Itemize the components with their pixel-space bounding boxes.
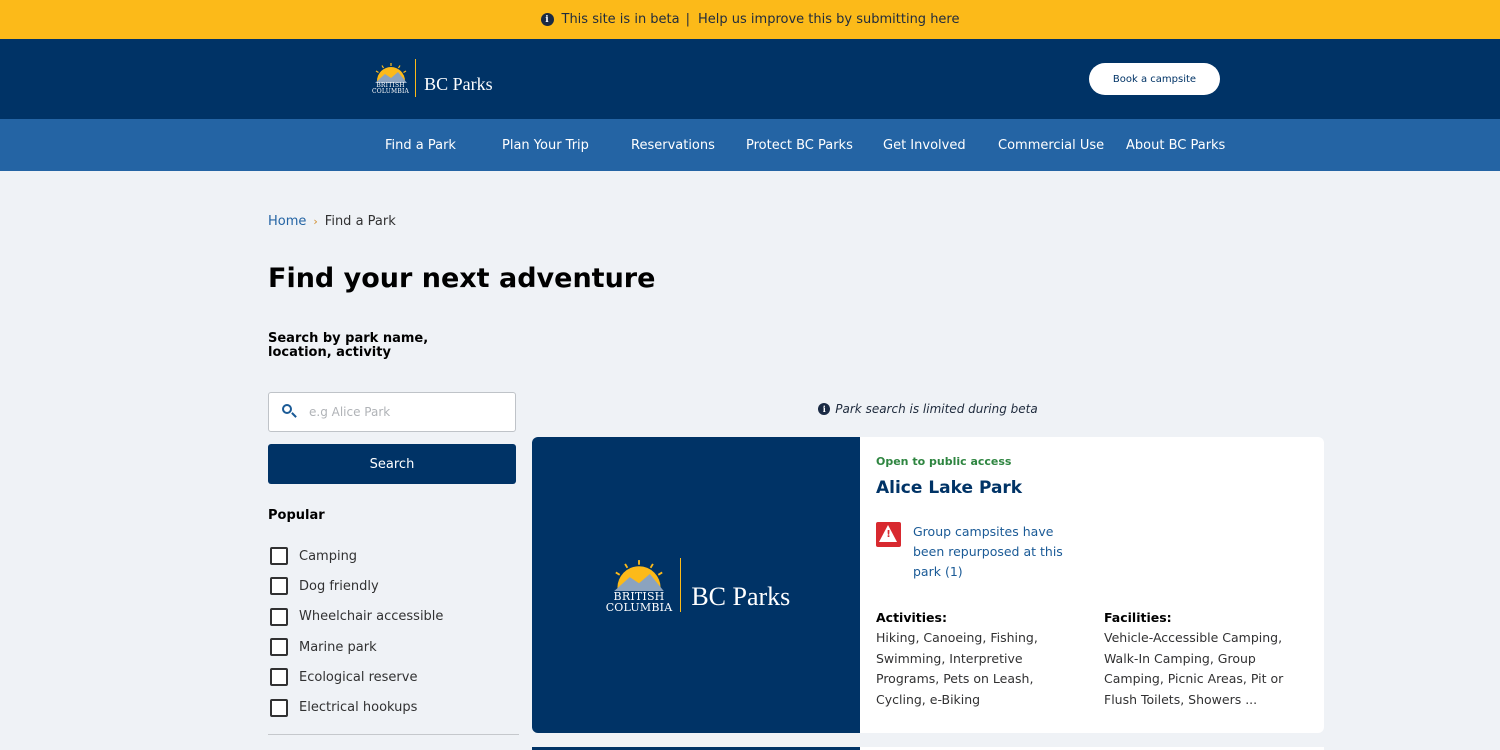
search-button[interactable]: Search [268, 444, 516, 484]
bc-parks-logo[interactable]: BRITISH COLUMBIA BC Parks [372, 59, 493, 97]
warning-icon: ! [876, 522, 901, 547]
beta-note-text: Park search is limited during beta [835, 402, 1038, 416]
facilities-list: Vehicle-Accessible Camping, Walk-In Camp… [1104, 630, 1284, 707]
nav-item-get-involved[interactable]: Get Involved [883, 119, 966, 171]
park-image[interactable]: BRITISH COLUMBIA BC Parks [532, 437, 860, 733]
logo-text-columbia: COLUMBIA [372, 88, 410, 95]
facilities-title: Facilities: [1104, 610, 1172, 625]
checkbox[interactable] [270, 607, 288, 626]
park-status: Open to public access [876, 455, 1012, 468]
book-campsite-button[interactable]: Book a campsite [1089, 63, 1220, 95]
filter-label: Dog friendly [299, 578, 379, 594]
park-card[interactable]: BRITISH COLUMBIA BC Parks Open to public… [532, 437, 1324, 733]
filter-electrical-hookups[interactable]: Electrical hookups [270, 692, 443, 722]
filter-label: Ecological reserve [299, 669, 418, 685]
chevron-right-icon: › [313, 215, 318, 228]
beta-text: This site is in beta [561, 12, 680, 27]
sun-mountain-icon: BRITISH COLUMBIA [372, 61, 409, 95]
filter-dog-friendly[interactable]: Dog friendly [270, 571, 443, 601]
site-header: BRITISH COLUMBIA BC Parks Book a campsit… [0, 39, 1500, 119]
logo-text-columbia: COLUMBIA [605, 601, 673, 614]
bc-parks-logo: BRITISH COLUMBIA BC Parks [606, 557, 791, 613]
checkbox[interactable] [270, 698, 288, 717]
search-field[interactable] [268, 392, 516, 432]
search-input[interactable] [309, 405, 499, 419]
park-name-link[interactable]: Alice Lake Park [876, 478, 1022, 498]
filter-divider [268, 734, 519, 735]
nav-item-about-bc-parks[interactable]: About BC Parks [1126, 119, 1225, 171]
park-info: Open to public access Alice Lake Park ! … [860, 437, 1324, 733]
main-nav: Find a Park Plan Your Trip Reservations … [0, 119, 1500, 171]
filter-ecological-reserve[interactable]: Ecological reserve [270, 662, 443, 692]
checkbox[interactable] [270, 668, 288, 687]
info-icon: i [540, 13, 554, 26]
filter-camping[interactable]: Camping [270, 541, 443, 571]
nav-item-plan-your-trip[interactable]: Plan Your Trip [502, 119, 589, 171]
activities-title: Activities: [876, 610, 947, 625]
popular-filters-list: Camping Dog friendly Wheelchair accessib… [270, 541, 443, 723]
logo-wordmark: BC Parks [424, 73, 493, 94]
logo-divider [680, 558, 682, 612]
filter-wheelchair-accessible[interactable]: Wheelchair accessible [270, 602, 443, 632]
search-icon [281, 403, 299, 421]
sun-mountain-icon: BRITISH COLUMBIA [606, 557, 673, 613]
nav-item-commercial-use[interactable]: Commercial Use [998, 119, 1104, 171]
beta-separator: | [685, 12, 691, 27]
logo-divider [415, 59, 417, 97]
filter-label: Wheelchair accessible [299, 609, 444, 625]
feedback-link[interactable]: Help us improve this by submitting here [698, 12, 959, 27]
filter-marine-park[interactable]: Marine park [270, 632, 443, 662]
search-label: Search by park name, location, activity [268, 331, 429, 360]
popular-filters-title: Popular [268, 508, 325, 523]
nav-item-protect-bc-parks[interactable]: Protect BC Parks [746, 119, 853, 171]
breadcrumb-home-link[interactable]: Home [268, 214, 306, 229]
info-icon: i [818, 403, 831, 415]
checkbox[interactable] [270, 577, 288, 596]
filter-label: Camping [299, 548, 358, 564]
search-beta-note: i Park search is limited during beta [532, 402, 1324, 416]
checkbox[interactable] [270, 547, 288, 566]
nav-item-find-a-park[interactable]: Find a Park [385, 119, 456, 171]
filter-label: Electrical hookups [299, 700, 418, 716]
park-facilities: Facilities: Vehicle-Accessible Camping, … [1104, 608, 1304, 710]
filter-label: Marine park [299, 639, 377, 655]
park-activities: Activities: Hiking, Canoeing, Fishing, S… [876, 608, 1086, 710]
breadcrumb: Home › Find a Park [268, 214, 396, 229]
logo-wordmark: BC Parks [691, 582, 791, 611]
page-title: Find your next adventure [268, 263, 656, 294]
checkbox[interactable] [270, 638, 288, 657]
alert-text[interactable]: Group campsites have been repurposed at … [913, 522, 1073, 582]
park-alert[interactable]: ! Group campsites have been repurposed a… [876, 522, 1073, 582]
nav-item-reservations[interactable]: Reservations [631, 119, 715, 171]
activities-list: Hiking, Canoeing, Fishing, Swimming, Int… [876, 630, 1038, 707]
breadcrumb-current: Find a Park [324, 214, 396, 229]
beta-banner: i This site is in beta | Help us improve… [0, 0, 1500, 39]
